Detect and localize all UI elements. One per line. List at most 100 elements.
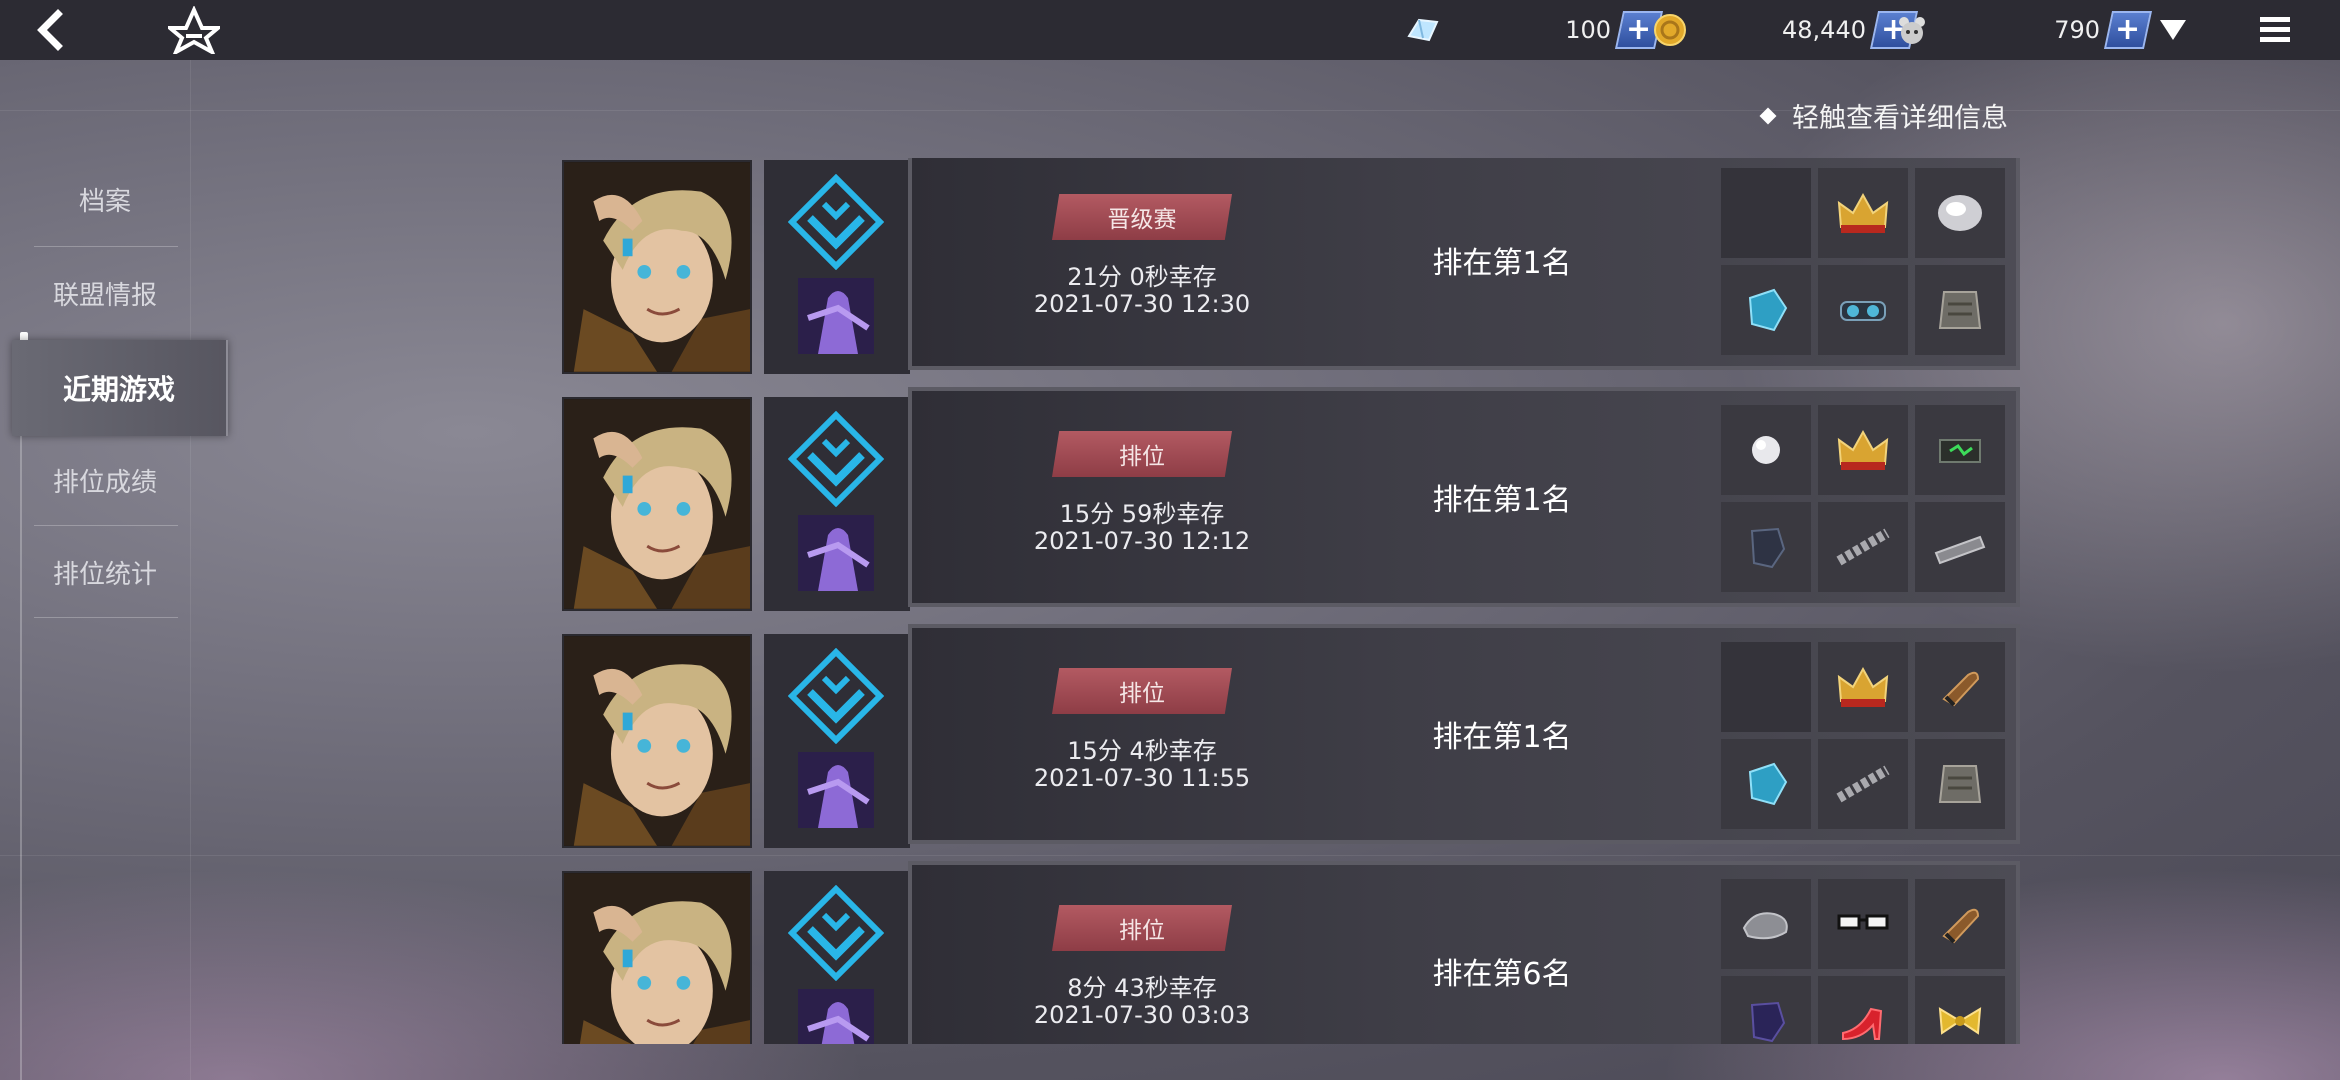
menu-button[interactable]: [2258, 14, 2292, 46]
placement-text: 排在第1名: [1432, 720, 1572, 755]
rank-box: [764, 871, 910, 1044]
diamond-rank-icon: [788, 885, 884, 981]
item-slot[interactable]: [1721, 502, 1811, 592]
item-slot[interactable]: [1721, 739, 1811, 829]
item-slot[interactable]: [1915, 879, 2005, 969]
item-slot[interactable]: [1818, 739, 1908, 829]
game-row[interactable]: 晋级赛 21分 0秒幸存 2021-07-30 12:30 排在第1名: [560, 158, 2020, 376]
bear-token-count: 790: [2054, 16, 2100, 44]
diamond-rank-icon: [788, 174, 884, 270]
game-datetime: 2021-07-30 12:30: [1033, 290, 1251, 318]
sidebar-item-label: 档案: [78, 186, 131, 217]
item-slot[interactable]: [1818, 265, 1908, 355]
item-slot[interactable]: [1818, 879, 1908, 969]
placement-text: 排在第6名: [1432, 957, 1572, 992]
blue-armor-icon: [1748, 762, 1788, 806]
rank-box: [764, 397, 910, 611]
game-row[interactable]: 排位 8分 43秒幸存 2021-07-30 03:03 排在第6名: [560, 861, 2020, 1044]
sidebar-item-label: 排位统计: [52, 559, 157, 590]
gold-count: 48,440: [1782, 16, 1866, 44]
chain-icon: [1836, 765, 1890, 803]
character-portrait: [562, 397, 752, 611]
item-slot[interactable]: [1818, 976, 1908, 1044]
tap-hint: 轻触查看详细信息: [1759, 96, 2008, 135]
item-slot[interactable]: [1818, 405, 1908, 495]
item-slot[interactable]: [1818, 502, 1908, 592]
item-slot[interactable]: [1915, 642, 2005, 732]
mode-badge: 排位: [1052, 431, 1232, 477]
back-button[interactable]: [30, 8, 74, 52]
add-bear-token-button[interactable]: +: [2103, 11, 2153, 49]
character-portrait: [562, 160, 752, 374]
character-icon: [798, 278, 874, 354]
item-slot[interactable]: [1915, 405, 2005, 495]
gold-resource: 48,440 +: [1652, 10, 1919, 50]
recent-games-list: 晋级赛 21分 0秒幸存 2021-07-30 12:30 排在第1名 排位 1…: [560, 158, 2020, 1044]
dropdown-button[interactable]: [2158, 17, 2188, 43]
game-row[interactable]: 排位 15分 59秒幸存 2021-07-30 12:12 排在第1名: [560, 387, 2020, 613]
survival-time: 15分 59秒幸存: [1059, 500, 1225, 528]
sidebar-item-label: 联盟情报: [52, 280, 157, 311]
mode-badge: 晋级赛: [1052, 194, 1232, 240]
sidebar-item-profile[interactable]: 档案: [0, 169, 210, 229]
sidebar-item-recent-games[interactable]: 近期游戏: [12, 340, 228, 436]
gold-bow-icon: [1938, 1007, 1982, 1035]
goggles-icon: [1840, 301, 1886, 321]
dark-armor-icon: [1750, 527, 1786, 569]
bullet-icon: [1942, 671, 1980, 707]
survival-time: 21分 0秒幸存: [1067, 263, 1217, 291]
character-icon: [798, 515, 874, 591]
character-icon: [798, 752, 874, 828]
stone-icon: [1742, 912, 1788, 940]
item-slot[interactable]: [1915, 265, 2005, 355]
character-portrait: [562, 634, 752, 848]
character-portrait: [562, 871, 752, 1044]
placement-text: 排在第1名: [1432, 246, 1572, 281]
lobby-home-button[interactable]: [164, 5, 224, 57]
sidebar-item-label: 排位成绩: [52, 467, 157, 498]
gold-coin-icon: [1652, 12, 1688, 48]
rank-box: [764, 160, 910, 374]
item-slot-empty[interactable]: [1721, 642, 1811, 732]
ammo-clip-icon: [1934, 535, 1986, 565]
item-slot[interactable]: [1721, 879, 1811, 969]
crystal-count: 100: [1565, 16, 1611, 44]
sidebar-item-ranked-results[interactable]: 排位成绩: [0, 450, 210, 510]
back-arrow-icon: [37, 9, 63, 51]
bullet-icon: [1942, 908, 1980, 944]
crown-icon: [1837, 192, 1889, 233]
item-slot[interactable]: [1915, 976, 2005, 1044]
crystal-resource: 100 +: [1405, 10, 1664, 50]
survival-time: 15分 4秒幸存: [1067, 737, 1217, 765]
triangle-down-icon: [2160, 20, 2186, 40]
item-slot[interactable]: [1721, 976, 1811, 1044]
item-slot[interactable]: [1721, 265, 1811, 355]
item-slot[interactable]: [1915, 739, 2005, 829]
tap-hint-text: 轻触查看详细信息: [1792, 103, 2008, 134]
dark-armor-icon: [1750, 1001, 1786, 1043]
vest-icon: [1938, 765, 1982, 803]
sidebar-item-label: 近期游戏: [62, 373, 175, 406]
item-slot[interactable]: [1721, 405, 1811, 495]
bear-token-resource: 790 +: [1894, 10, 2153, 50]
sidebar-item-ranked-stats[interactable]: 排位统计: [0, 542, 210, 602]
item-slot[interactable]: [1915, 502, 2005, 592]
item-slot[interactable]: [1818, 168, 1908, 258]
item-slot-empty[interactable]: [1721, 168, 1811, 258]
disc-icon: [1938, 195, 1982, 231]
item-slot[interactable]: [1818, 642, 1908, 732]
crown-icon: [1837, 429, 1889, 470]
green-chip-icon: [1939, 439, 1981, 463]
glasses-icon: [1837, 914, 1889, 930]
vest-icon: [1938, 291, 1982, 329]
diamond-rank-icon: [788, 648, 884, 744]
diamond-rank-icon: [788, 411, 884, 507]
sidebar-item-alliance-intel[interactable]: 联盟情报: [0, 263, 210, 323]
divider: [34, 246, 178, 247]
rank-box: [764, 634, 910, 848]
survival-time: 8分 43秒幸存: [1067, 974, 1217, 1002]
item-slot[interactable]: [1915, 168, 2005, 258]
game-row[interactable]: 排位 15分 4秒幸存 2021-07-30 11:55 排在第1名: [560, 624, 2020, 850]
red-heel-icon: [1842, 1007, 1883, 1041]
divider: [34, 525, 178, 526]
